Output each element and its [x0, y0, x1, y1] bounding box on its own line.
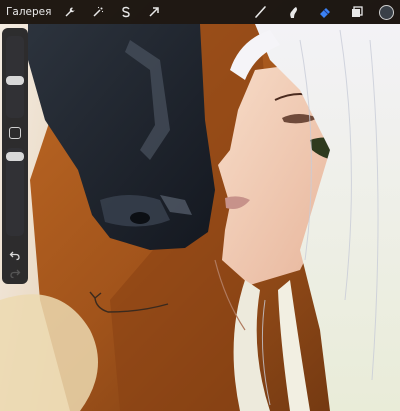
undo-arrow-icon[interactable] [9, 246, 21, 261]
actions-wrench-icon[interactable] [63, 5, 77, 19]
redo-arrow-icon[interactable] [9, 264, 21, 279]
gallery-button[interactable]: Галерея [6, 6, 51, 18]
brush-size-handle[interactable] [6, 76, 24, 85]
eraser-icon[interactable] [317, 4, 333, 20]
modifier-button[interactable] [9, 127, 21, 139]
artwork-illustration [0, 0, 400, 411]
transform-arrow-icon[interactable] [147, 5, 161, 19]
drawing-canvas[interactable] [0, 0, 400, 411]
brush-icon[interactable] [253, 4, 269, 20]
selection-s-icon[interactable] [119, 5, 133, 19]
opacity-slider[interactable] [6, 148, 24, 236]
opacity-handle[interactable] [6, 152, 24, 161]
brush-size-slider[interactable] [6, 36, 24, 118]
smudge-icon[interactable] [285, 4, 301, 20]
top-toolbar: Галерея [0, 0, 400, 24]
adjustments-wand-icon[interactable] [91, 5, 105, 19]
left-sidebar [2, 28, 28, 284]
color-picker-swatch[interactable] [379, 4, 394, 20]
layers-icon[interactable] [349, 4, 365, 20]
